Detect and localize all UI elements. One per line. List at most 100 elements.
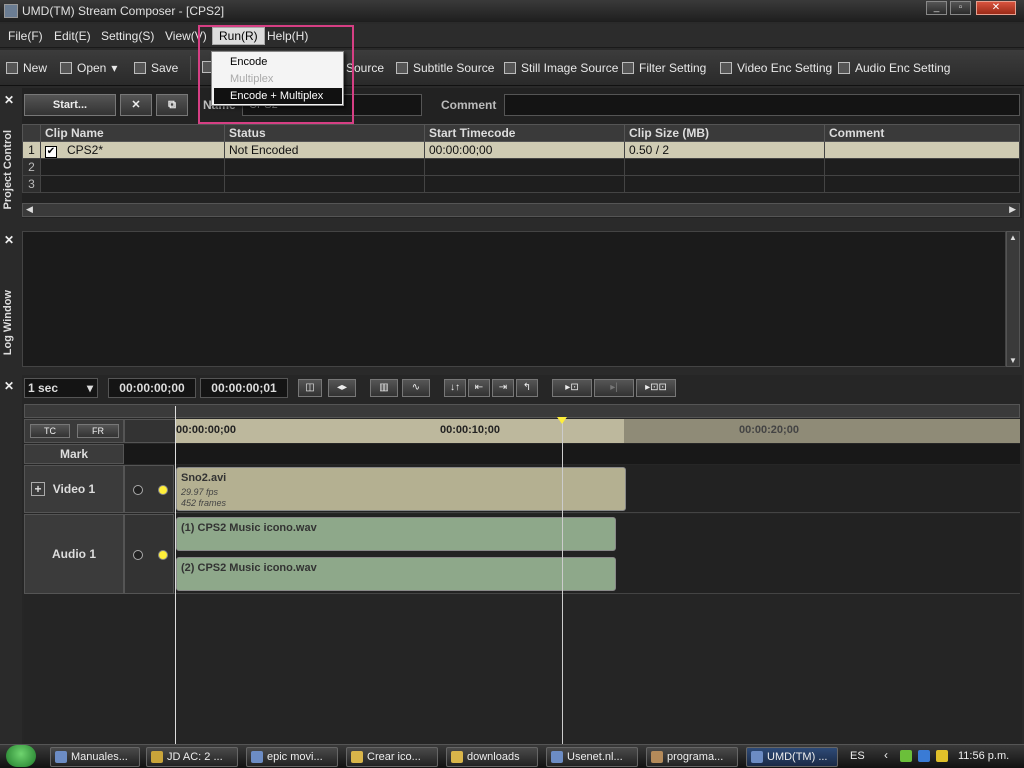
menu-item-encode[interactable]: Encode <box>214 54 342 70</box>
video-clip[interactable]: Sno2.avi 29.97 fps 452 frames <box>176 467 626 511</box>
col-start-timecode[interactable]: Start Timecode <box>424 124 625 142</box>
col-clip-size[interactable]: Clip Size (MB) <box>624 124 825 142</box>
checkbox[interactable]: ✔ <box>45 145 57 158</box>
table-row[interactable]: 1 ✔ CPS2* Not Encoded 00:00:00;00 0.50 / … <box>22 141 1020 159</box>
mark-row[interactable] <box>124 444 1020 464</box>
close-panel-icon[interactable]: ✕ <box>4 234 16 246</box>
ie-icon <box>251 751 263 763</box>
zoom-select[interactable]: 1 sec ▾ <box>24 378 98 398</box>
menu-item-multiplex[interactable]: Multiplex <box>214 71 342 87</box>
audio-track-header[interactable]: Audio 1 <box>24 514 124 594</box>
taskbar-item-active[interactable]: UMD(TM) ... <box>746 747 838 767</box>
insert-button[interactable]: ▸⊡ <box>552 379 592 397</box>
taskbar-item[interactable]: Crear ico... <box>346 747 438 767</box>
expand-icon[interactable]: + <box>31 482 45 496</box>
project-control-side: ✕ Project Control <box>0 90 18 220</box>
scroll-up-icon[interactable]: ▲ <box>1009 233 1017 242</box>
log-scrollbar[interactable]: ▲ ▼ <box>1006 231 1020 367</box>
status-cell <box>224 175 425 193</box>
close-panel-icon[interactable]: ✕ <box>4 380 16 392</box>
playhead-marker-icon[interactable] <box>557 417 567 424</box>
clock: 11:56 p.m. <box>958 750 1010 762</box>
timecode-out[interactable]: 00:00:00;01 <box>200 378 288 398</box>
table-row[interactable]: 3 <box>22 175 1020 193</box>
taskbar-item[interactable]: downloads <box>446 747 538 767</box>
ruler-scroll[interactable] <box>24 404 1020 418</box>
taskbar-item[interactable]: epic movi... <box>246 747 338 767</box>
mark-out-button[interactable]: ↰ <box>516 379 538 397</box>
new-button[interactable]: New <box>6 61 47 75</box>
language-indicator[interactable]: ES <box>850 750 865 762</box>
mark-in-button[interactable]: ↓↑ <box>444 379 466 397</box>
overwrite-button[interactable]: ▸| <box>594 379 634 397</box>
close-window-button[interactable]: ✕ <box>976 1 1016 15</box>
warning-icon[interactable] <box>936 750 948 762</box>
task-label: Usenet.nl... <box>567 751 623 763</box>
menu-setting[interactable]: Setting(S) <box>101 29 154 43</box>
scroll-left-icon[interactable]: ◀ <box>26 204 33 215</box>
scroll-right-icon[interactable]: ▶ <box>1009 204 1016 215</box>
go-out-button[interactable]: ⇥ <box>492 379 514 397</box>
title-bar: UMD(TM) Stream Composer - [CPS2] _ ▫ ✕ <box>0 0 1024 22</box>
audio-wave-button[interactable]: ∿ <box>402 379 430 397</box>
video-lock-toggle[interactable] <box>133 485 143 495</box>
timeline-ruler-out[interactable]: 00:00:20;00 <box>624 419 1020 443</box>
filter-setting-button[interactable]: Filter Setting <box>622 61 706 75</box>
filter-setting-label: Filter Setting <box>639 61 707 75</box>
playhead-line[interactable] <box>562 419 563 744</box>
audio-enable-toggle[interactable] <box>158 550 168 560</box>
audio-lock-toggle[interactable] <box>133 550 143 560</box>
go-in-button[interactable]: ⇤ <box>468 379 490 397</box>
open-label: Open <box>77 61 107 75</box>
tc-toggle[interactable]: TC <box>30 424 70 438</box>
audio-clip-1[interactable]: (1) CPS2 Music icono.wav <box>176 517 616 551</box>
replace-button[interactable]: ▸⊡⊡ <box>636 379 676 397</box>
audio-clip-2[interactable]: (2) CPS2 Music icono.wav <box>176 557 616 591</box>
link-button[interactable]: ◂▸ <box>328 379 356 397</box>
copy-clip-button[interactable]: ⧉ <box>156 94 188 116</box>
menu-item-encode-multiplex[interactable]: Encode + Multiplex <box>214 88 342 104</box>
taskbar-item[interactable]: Usenet.nl... <box>546 747 638 767</box>
audio-enc-setting-button[interactable]: Audio Enc Setting <box>838 61 950 75</box>
menu-file[interactable]: File(F) <box>8 29 43 43</box>
comment-field[interactable] <box>504 94 1020 116</box>
scroll-down-icon[interactable]: ▼ <box>1009 356 1017 365</box>
horizontal-scrollbar[interactable]: ◀ ▶ <box>22 203 1020 217</box>
video-clip-fps: 29.97 fps <box>181 487 219 497</box>
subtitle-source-button[interactable]: Subtitle Source <box>396 61 494 75</box>
taskbar-item[interactable]: programa... <box>646 747 738 767</box>
col-status[interactable]: Status <box>224 124 425 142</box>
col-clip-name[interactable]: Clip Name <box>40 124 225 142</box>
save-button[interactable]: Save <box>134 61 178 75</box>
tray-icon[interactable] <box>918 750 930 762</box>
col-comment[interactable]: Comment <box>824 124 1020 142</box>
in-point-line <box>175 406 176 744</box>
maximize-button[interactable]: ▫ <box>950 1 971 15</box>
delete-clip-button[interactable]: ✕ <box>120 94 152 116</box>
taskbar-item[interactable]: Manuales... <box>50 747 140 767</box>
ruler-spacer <box>124 419 176 443</box>
tray-icon[interactable] <box>900 750 912 762</box>
start-button[interactable]: Start... <box>24 94 116 116</box>
clip-name-cell[interactable]: ✔ CPS2* <box>40 141 225 159</box>
timecode-in[interactable]: 00:00:00;00 <box>108 378 196 398</box>
video-track-header[interactable]: + Video 1 <box>24 465 124 513</box>
still-image-source-button[interactable]: Still Image Source <box>504 61 618 75</box>
close-panel-icon[interactable]: ✕ <box>4 94 16 106</box>
status-cell <box>224 158 425 176</box>
app-icon <box>751 751 763 763</box>
start-button[interactable] <box>6 745 36 767</box>
minimize-button[interactable]: _ <box>926 1 947 15</box>
snap-button[interactable]: ◫ <box>298 379 322 397</box>
table-row[interactable]: 2 <box>22 158 1020 176</box>
tray-expand-icon[interactable]: ‹ <box>884 748 888 762</box>
new-label: New <box>23 61 48 75</box>
log-window-label: Log Window <box>2 290 14 356</box>
open-button[interactable]: Open ▾ <box>60 61 117 75</box>
split-button[interactable]: ▥ <box>370 379 398 397</box>
video-enable-toggle[interactable] <box>158 485 168 495</box>
fr-toggle[interactable]: FR <box>77 424 119 438</box>
taskbar-item[interactable]: JD AC: 2 ... <box>146 747 238 767</box>
video-enc-setting-button[interactable]: Video Enc Setting <box>720 61 832 75</box>
menu-edit[interactable]: Edit(E) <box>54 29 91 43</box>
